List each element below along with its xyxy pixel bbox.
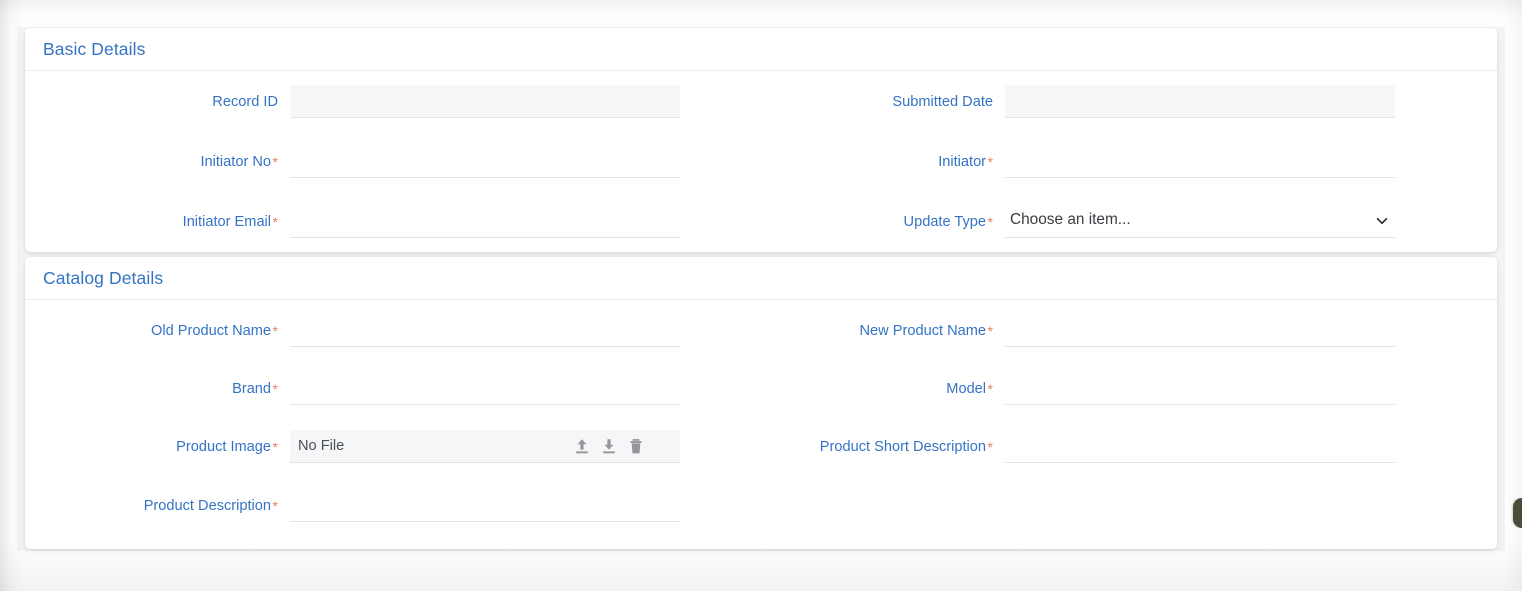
- input-submitted-date: [1005, 85, 1395, 117]
- section-body-catalog-details: Old Product Name * New Product Name * Br…: [25, 300, 1497, 549]
- control-product-short-description[interactable]: [1005, 430, 1395, 463]
- field-initiator-no: Initiator No *: [25, 145, 685, 179]
- input-initiator-email[interactable]: [290, 205, 680, 237]
- field-old-product-name: Old Product Name *: [25, 314, 685, 348]
- label-text: Product Image: [176, 439, 272, 455]
- label-product-image: Product Image *: [176, 430, 278, 464]
- input-product-short-description[interactable]: [1005, 430, 1395, 462]
- control-brand[interactable]: [290, 372, 680, 405]
- label-text: Submitted Date: [892, 94, 993, 110]
- label-text: Product Description: [143, 498, 272, 514]
- section-title-catalog-details: Catalog Details: [43, 268, 164, 288]
- section-body-basic-details: Record ID Submitted Date Initiator No * …: [25, 71, 1497, 252]
- label-text: Record ID: [212, 94, 278, 110]
- label-text: Old Product Name: [151, 323, 272, 339]
- required-asterisk: *: [272, 214, 278, 230]
- label-new-product-name: New Product Name *: [860, 314, 993, 348]
- required-asterisk: *: [987, 214, 993, 230]
- label-update-type: Update Type *: [904, 205, 993, 239]
- input-brand[interactable]: [290, 372, 680, 404]
- control-initiator-no[interactable]: [290, 145, 680, 178]
- label-submitted-date: Submitted Date: [892, 85, 993, 119]
- upload-icon[interactable]: [574, 438, 590, 455]
- input-old-product-name[interactable]: [290, 314, 680, 346]
- section-card-basic-details: Basic Details Record ID Submitted Date I…: [25, 28, 1497, 252]
- input-product-description[interactable]: [290, 489, 680, 521]
- required-asterisk: *: [272, 154, 278, 170]
- file-upload-bar: No File: [290, 430, 680, 462]
- label-brand: Brand *: [232, 372, 278, 406]
- field-product-image: Product Image * No File: [25, 430, 685, 464]
- required-asterisk: *: [987, 381, 993, 397]
- label-initiator-no: Initiator No *: [200, 145, 278, 179]
- field-new-product-name: New Product Name *: [740, 314, 1400, 348]
- label-text: New Product Name: [859, 323, 987, 339]
- required-asterisk: *: [272, 381, 278, 397]
- label-product-short-description: Product Short Description *: [820, 430, 993, 464]
- section-title-basic-details: Basic Details: [43, 39, 146, 59]
- input-model[interactable]: [1005, 372, 1395, 404]
- input-new-product-name[interactable]: [1005, 314, 1395, 346]
- field-initiator-email: Initiator Email *: [25, 205, 685, 239]
- field-brand: Brand *: [25, 372, 685, 406]
- label-text: Initiator: [938, 154, 987, 170]
- label-text: Model: [946, 381, 987, 397]
- select-update-type-value: Choose an item...: [1010, 211, 1131, 228]
- delete-icon[interactable]: [628, 438, 644, 455]
- label-initiator-email: Initiator Email *: [183, 205, 278, 239]
- form-canvas: Basic Details Record ID Submitted Date I…: [17, 27, 1505, 551]
- control-record-id: [290, 85, 680, 118]
- field-record-id: Record ID: [25, 85, 685, 119]
- required-asterisk: *: [987, 323, 993, 339]
- label-old-product-name: Old Product Name *: [151, 314, 278, 348]
- select-update-type[interactable]: Choose an item...: [1005, 205, 1395, 237]
- label-model: Model *: [946, 372, 993, 406]
- label-initiator: Initiator *: [938, 145, 993, 179]
- control-product-image: No File: [290, 430, 680, 463]
- label-product-description: Product Description *: [144, 489, 278, 523]
- input-initiator-no[interactable]: [290, 145, 680, 177]
- field-update-type: Update Type * Choose an item...: [740, 205, 1400, 239]
- control-submitted-date: [1005, 85, 1395, 118]
- download-icon[interactable]: [601, 438, 617, 455]
- field-product-description: Product Description *: [25, 489, 685, 523]
- required-asterisk: *: [987, 439, 993, 455]
- section-header-basic-details: Basic Details: [25, 28, 1497, 71]
- control-product-description[interactable]: [290, 489, 680, 522]
- control-update-type[interactable]: Choose an item...: [1005, 205, 1395, 238]
- required-asterisk: *: [272, 439, 278, 455]
- file-action-group: [574, 438, 672, 455]
- control-model[interactable]: [1005, 372, 1395, 405]
- required-asterisk: *: [272, 498, 278, 514]
- label-text: Brand: [232, 381, 272, 397]
- control-initiator-email[interactable]: [290, 205, 680, 238]
- input-initiator[interactable]: [1005, 145, 1395, 177]
- chevron-down-icon[interactable]: [1375, 214, 1389, 228]
- field-product-short-description: Product Short Description *: [740, 430, 1400, 464]
- field-model: Model *: [740, 372, 1400, 406]
- page-surface: Basic Details Record ID Submitted Date I…: [0, 0, 1522, 591]
- section-header-catalog-details: Catalog Details: [25, 257, 1497, 300]
- required-asterisk: *: [987, 154, 993, 170]
- required-asterisk: *: [272, 323, 278, 339]
- file-name-text: No File: [298, 438, 345, 454]
- input-record-id: [290, 85, 680, 117]
- label-record-id: Record ID: [212, 85, 278, 119]
- field-initiator: Initiator *: [740, 145, 1400, 179]
- control-new-product-name[interactable]: [1005, 314, 1395, 347]
- section-card-catalog-details: Catalog Details Old Product Name * New Pr…: [25, 257, 1497, 549]
- label-text: Initiator No: [200, 154, 272, 170]
- label-text: Update Type: [903, 214, 987, 230]
- control-old-product-name[interactable]: [290, 314, 680, 347]
- label-text: Product Short Description: [819, 439, 987, 455]
- control-initiator[interactable]: [1005, 145, 1395, 178]
- field-submitted-date: Submitted Date: [740, 85, 1400, 119]
- edge-panel-handle[interactable]: [1513, 498, 1522, 528]
- label-text: Initiator Email: [182, 214, 272, 230]
